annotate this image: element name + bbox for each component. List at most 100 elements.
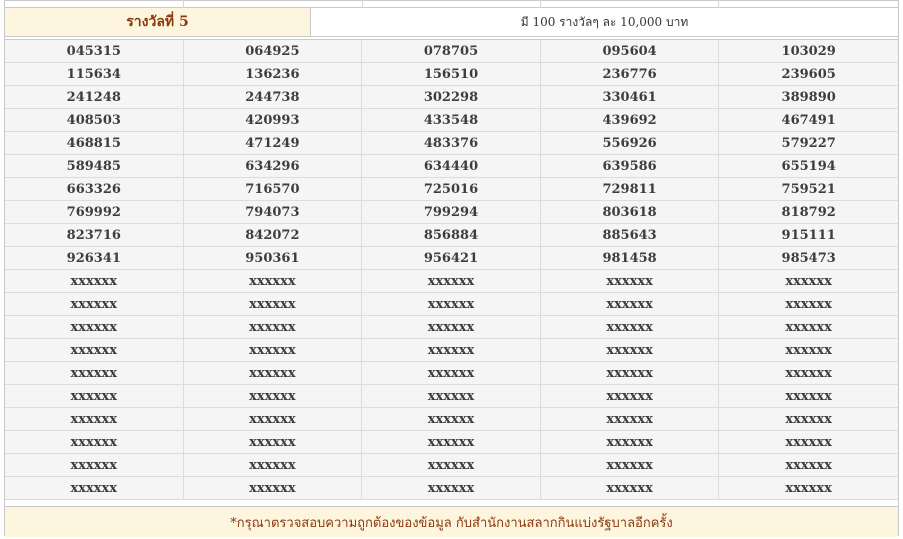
lottery-number: 045315: [5, 40, 184, 62]
lottery-number: xxxxxx: [184, 270, 363, 292]
lottery-number: xxxxxx: [5, 477, 184, 499]
lottery-number: 115634: [5, 63, 184, 85]
lottery-number: xxxxxx: [5, 454, 184, 476]
lottery-number: 725016: [362, 178, 541, 200]
lottery-number: xxxxxx: [362, 477, 541, 499]
lottery-number: xxxxxx: [5, 293, 184, 315]
lottery-number: 842072: [184, 224, 363, 246]
lottery-number: xxxxxx: [785, 296, 832, 312]
lottery-number: xxxxxx: [362, 362, 541, 384]
lottery-number: 639586: [541, 155, 720, 177]
lottery-number: xxxxxx: [541, 431, 720, 453]
lottery-number: 589485: [5, 155, 184, 177]
lottery-number: xxxxxx: [184, 339, 363, 361]
lottery-number: xxxxxx: [362, 454, 541, 476]
lottery-number: 956421: [362, 247, 541, 269]
table-top-edge: [5, 1, 898, 8]
lottery-number: xxxxxx: [184, 362, 363, 384]
lottery-number: xxxxxx: [5, 270, 184, 292]
column-divider: [540, 1, 541, 8]
lottery-number: 803618: [541, 201, 720, 223]
lottery-number: xxxxxx: [541, 454, 720, 476]
lottery-number: 330461: [541, 86, 720, 108]
lottery-number: xxxxxx: [5, 408, 184, 430]
table-row: 241248 244738 302298 330461 389890: [5, 86, 898, 109]
lottery-number: xxxxxx: [5, 339, 184, 361]
lottery-number: 655194: [781, 158, 836, 174]
lottery-number: 985473: [781, 250, 836, 266]
column-divider: [718, 1, 719, 8]
lottery-number: 926341: [5, 247, 184, 269]
lottery-number: xxxxxx: [184, 477, 363, 499]
lottery-number: xxxxxx: [5, 316, 184, 338]
table-row: xxxxxx xxxxxx xxxxxx xxxxxx xxxxxx: [5, 477, 898, 500]
lottery-number: xxxxxx: [184, 385, 363, 407]
lottery-number: xxxxxx: [184, 408, 363, 430]
lottery-number: xxxxxx: [184, 293, 363, 315]
lottery-number: xxxxxx: [785, 457, 832, 473]
lottery-number: xxxxxx: [541, 477, 720, 499]
lottery-number: 759521: [781, 181, 836, 197]
table-row: 589485 634296 634440 639586 655194: [5, 155, 898, 178]
lottery-number: 136236: [184, 63, 363, 85]
lottery-number: xxxxxx: [541, 362, 720, 384]
lottery-number: xxxxxx: [362, 293, 541, 315]
prize-header: รางวัลที่ 5 มี 100 รางวัลๆ ละ 10,000 บาท: [5, 8, 898, 37]
lottery-number: 468815: [5, 132, 184, 154]
lottery-number: xxxxxx: [541, 293, 720, 315]
lottery-number: 856884: [362, 224, 541, 246]
lottery-number: xxxxxx: [785, 388, 832, 404]
lottery-number: xxxxxx: [362, 408, 541, 430]
table-row: xxxxxx xxxxxx xxxxxx xxxxxx xxxxxx: [5, 316, 898, 339]
lottery-number: xxxxxx: [5, 431, 184, 453]
lottery-number: 239605: [781, 66, 836, 82]
lottery-number: 103029: [781, 43, 836, 59]
prize-description: มี 100 รางวัลๆ ละ 10,000 บาท: [311, 8, 898, 36]
table-row: xxxxxx xxxxxx xxxxxx xxxxxx xxxxxx: [5, 362, 898, 385]
lottery-number: xxxxxx: [541, 339, 720, 361]
lottery-number: 950361: [184, 247, 363, 269]
table-row: 045315 064925 078705 095604 103029: [5, 40, 898, 63]
lottery-number: 729811: [541, 178, 720, 200]
table-row: 823716 842072 856884 885643 915111: [5, 224, 898, 247]
lottery-number: 915111: [781, 227, 836, 243]
lottery-number: xxxxxx: [184, 431, 363, 453]
lottery-number: 799294: [362, 201, 541, 223]
lottery-number: xxxxxx: [362, 385, 541, 407]
lottery-number: xxxxxx: [362, 431, 541, 453]
lottery-number: xxxxxx: [541, 408, 720, 430]
table-row: xxxxxx xxxxxx xxxxxx xxxxxx xxxxxx: [5, 454, 898, 477]
table-row: 769992 794073 799294 803618 818792: [5, 201, 898, 224]
column-divider: [362, 1, 363, 8]
lottery-number: xxxxxx: [785, 342, 832, 358]
lottery-number: xxxxxx: [184, 316, 363, 338]
lottery-number: 236776: [541, 63, 720, 85]
table-row: xxxxxx xxxxxx xxxxxx xxxxxx xxxxxx: [5, 408, 898, 431]
lottery-number: xxxxxx: [184, 454, 363, 476]
lottery-number: xxxxxx: [362, 270, 541, 292]
lottery-number: 156510: [362, 63, 541, 85]
table-row: 115634 136236 156510 236776 239605: [5, 63, 898, 86]
lottery-number: xxxxxx: [785, 273, 832, 289]
lottery-number: 078705: [362, 40, 541, 62]
lottery-number: 981458: [541, 247, 720, 269]
lottery-number: xxxxxx: [362, 316, 541, 338]
lottery-number: xxxxxx: [362, 339, 541, 361]
lottery-number: xxxxxx: [5, 385, 184, 407]
lottery-number: 579227: [781, 135, 836, 151]
lottery-number: 241248: [5, 86, 184, 108]
table-row: 468815 471249 483376 556926 579227: [5, 132, 898, 155]
table-row: 926341 950361 956421 981458 985473: [5, 247, 898, 270]
lottery-number: 408503: [5, 109, 184, 131]
lottery-number: 420993: [184, 109, 363, 131]
lottery-number: 885643: [541, 224, 720, 246]
lottery-number: 095604: [541, 40, 720, 62]
table-row: xxxxxx xxxxxx xxxxxx xxxxxx xxxxxx: [5, 293, 898, 316]
lottery-number: 818792: [781, 204, 836, 220]
lottery-number: 471249: [184, 132, 363, 154]
lottery-number: 634440: [362, 155, 541, 177]
table-row: xxxxxx xxxxxx xxxxxx xxxxxx xxxxxx: [5, 270, 898, 293]
lottery-number: 663326: [5, 178, 184, 200]
number-grid: 045315 064925 078705 095604 103029 115634 1362…: [5, 39, 898, 500]
column-divider: [183, 1, 184, 8]
